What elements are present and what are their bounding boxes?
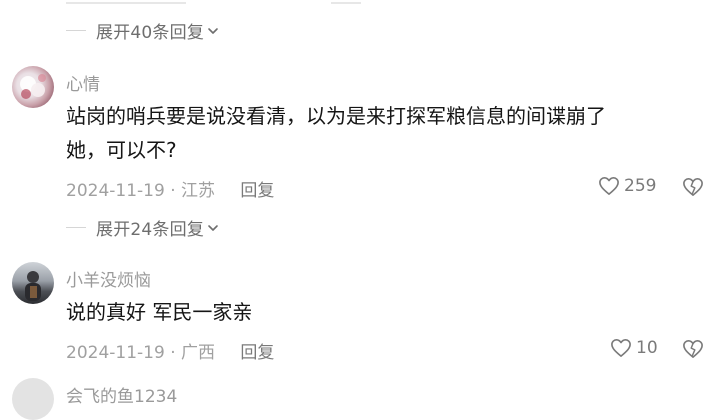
like-count: 10 [636, 338, 658, 358]
comment-username[interactable]: 会飞的鱼1234 [66, 382, 177, 407]
comment-date: 2024-11-19 [66, 181, 165, 201]
comment-date: 2024-11-19 [66, 343, 165, 363]
expand-replies-button-top[interactable]: 展开40条回复 [66, 18, 220, 43]
meta-separator: · [170, 343, 176, 363]
heart-icon [611, 339, 631, 357]
expand-replies-label: 展开40条回复 [96, 23, 205, 43]
divider-line [66, 227, 86, 228]
comment-text: 站岗的哨兵要是说没看清，以为是来打探军粮信息的间谍崩了 她，可以不? [66, 99, 706, 167]
comment-meta: 2024-11-19 · 江苏 回复 [66, 176, 274, 201]
reply-button[interactable]: 回复 [240, 343, 274, 363]
avatar[interactable] [12, 66, 54, 108]
comment-text: 说的真好 军民一家亲 [66, 295, 706, 329]
like-button[interactable]: 10 [610, 338, 658, 358]
expand-replies-label: 展开24条回复 [96, 220, 205, 240]
avatar[interactable] [12, 262, 54, 304]
expand-replies-button[interactable]: 展开24条回复 [66, 215, 220, 240]
comment-username[interactable]: 心情 [66, 70, 100, 95]
comment-text-line: 站岗的哨兵要是说没看清，以为是来打探军粮信息的间谍崩了 [66, 104, 606, 128]
like-button[interactable]: 259 [598, 176, 656, 196]
person-avatar-image [25, 271, 41, 301]
previous-comment-remnant [66, 0, 626, 4]
meta-separator: · [170, 181, 176, 201]
avatar[interactable] [12, 378, 54, 420]
like-count: 259 [624, 176, 657, 196]
comment-location: 广西 [181, 343, 216, 363]
dislike-heart-icon[interactable] [682, 339, 704, 359]
heart-icon [599, 177, 619, 195]
divider-line [66, 30, 86, 31]
dislike-heart-icon[interactable] [682, 177, 704, 197]
chevron-down-icon [208, 224, 218, 231]
comment-username[interactable]: 小羊没烦恼 [66, 266, 151, 291]
chevron-down-icon [208, 27, 218, 34]
reply-button[interactable]: 回复 [240, 181, 274, 201]
comment-text-line: 她，可以不? [66, 138, 177, 162]
comment-meta: 2024-11-19 · 广西 回复 [66, 338, 274, 363]
comment-text-line: 说的真好 军民一家亲 [66, 300, 253, 324]
flower-avatar-image [20, 74, 46, 99]
comment-location: 江苏 [181, 181, 216, 201]
